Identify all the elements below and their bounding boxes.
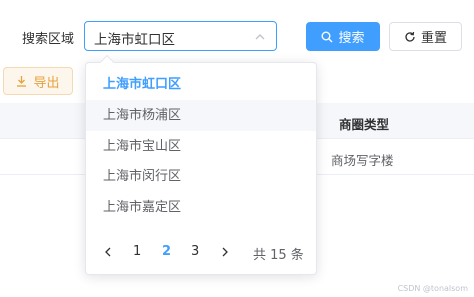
pagination-total: 共 15 条 [253,248,304,263]
chevron-up-icon [255,34,265,40]
chevron-right-icon[interactable] [220,246,230,258]
chevron-left-icon[interactable] [103,246,113,258]
area-dropdown: 上海市虹口区 上海市杨浦区 上海市宝山区 上海市闵行区 上海市嘉定区 1 2 3… [85,54,317,275]
search-icon [321,31,333,42]
page: 搜索区域 上海市虹口区 搜索 重置 导出 商圈类型 商场写字楼 上海市虹口区 上… [0,0,474,297]
page-number[interactable]: 3 [191,244,199,259]
page-number[interactable]: 1 [133,244,141,259]
reset-button[interactable]: 重置 [389,22,462,51]
search-area-label: 搜索区域 [22,32,75,47]
dropdown-option[interactable]: 上海市宝山区 [86,131,316,162]
dropdown-option[interactable]: 上海市嘉定区 [86,192,316,223]
export-button[interactable]: 导出 [3,67,73,95]
table-cell-business-type: 商场写字楼 [331,153,394,168]
area-select-value: 上海市虹口区 [94,32,175,48]
column-header-business-type: 商圈类型 [339,117,390,132]
dropdown-pagination: 1 2 3 共 15 条 [86,236,316,268]
download-icon [17,76,27,87]
dropdown-option[interactable]: 上海市闵行区 [86,161,316,192]
area-select[interactable]: 上海市虹口区 [84,21,277,51]
refresh-icon [405,31,415,42]
dropdown-option[interactable]: 上海市杨浦区 [86,100,316,131]
search-button-label: 搜索 [338,31,365,46]
watermark: CSDN @tonalsom [397,284,468,293]
export-button-label: 导出 [33,75,60,91]
search-button[interactable]: 搜索 [306,22,380,51]
page-number-current[interactable]: 2 [162,244,171,259]
dropdown-pointer [99,54,115,70]
dropdown-option[interactable]: 上海市虹口区 [86,69,316,100]
reset-button-label: 重置 [420,31,447,46]
